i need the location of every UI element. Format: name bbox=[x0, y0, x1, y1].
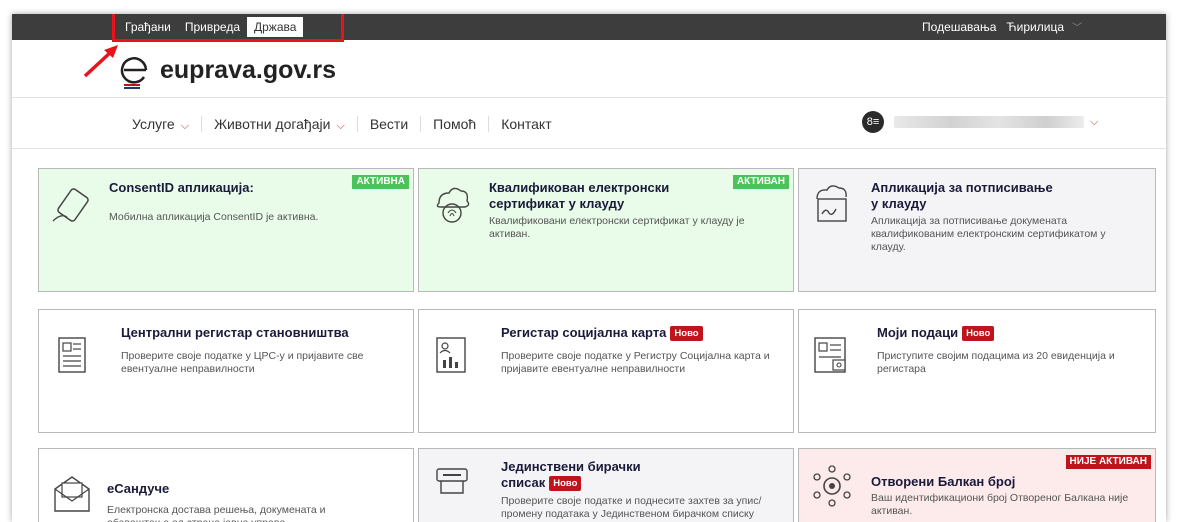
menu-life-events[interactable]: Животни догађаји ⌵ bbox=[202, 116, 358, 132]
phone-icon bbox=[52, 188, 89, 222]
main-menu-row: Услуге ⌵ Животни догађаји ⌵ Вести Помоћ Ко… bbox=[12, 99, 1166, 149]
highlight-box bbox=[112, 14, 344, 42]
card-title: еСандуче bbox=[107, 481, 170, 496]
card-desc: Мобилна апликација ConsentID је активна. bbox=[109, 211, 319, 223]
menu-services[interactable]: Услуге ⌵ bbox=[132, 116, 203, 132]
user-name-blurred bbox=[894, 116, 1084, 128]
user-menu[interactable]: 8≡ ⌵ bbox=[862, 111, 1098, 133]
browser-frame: Грађани Привреда Држава Подешавања Ћирил… bbox=[12, 14, 1166, 522]
menu-contact[interactable]: Контакт bbox=[489, 116, 563, 132]
card-title: Апликација за потписивање у клауду bbox=[871, 180, 1053, 211]
card-title-text: Моји подаци bbox=[877, 325, 959, 340]
card-desc: Проверите своје податке и поднесите захт… bbox=[501, 495, 762, 520]
mailbox-icon bbox=[54, 476, 90, 512]
card-desc: Проверите своје податке у Регистру Социј… bbox=[501, 350, 770, 375]
card-consentid[interactable]: ConsentID апликација: Мобилна апликација… bbox=[38, 168, 414, 292]
card-cloud-cert[interactable]: Квалификован електронски сертификат у кл… bbox=[418, 168, 794, 292]
menu-news[interactable]: Вести bbox=[358, 116, 422, 132]
card-title: Отворени Балкан број bbox=[871, 474, 1016, 489]
card-desc: Квалификовани електронски сертификат у к… bbox=[489, 215, 745, 240]
cloud-sign-icon bbox=[816, 185, 847, 222]
top-right: Подешавања Ћирилица ﹀ bbox=[922, 17, 1082, 39]
card-my-data[interactable]: Моји подаци Ново Приступите својим подаци… bbox=[798, 309, 1156, 433]
my-data-icon bbox=[814, 337, 846, 373]
card-desc: Електронска достава решења, докумената и… bbox=[107, 504, 326, 522]
status-badge: АКТИВАН bbox=[732, 175, 789, 189]
card-title: Регистар социјална карта Ново bbox=[501, 325, 781, 342]
card-title: ConsentID апликација: bbox=[109, 180, 254, 195]
menu-label: Услуге bbox=[132, 116, 175, 132]
card-title: Јединствени бирачки списак Ново bbox=[501, 459, 671, 492]
card-desc: Ваш идентификациони број Отвореног Балка… bbox=[871, 492, 1129, 517]
logo-text[interactable]: euprava.gov.rs bbox=[160, 56, 336, 85]
new-badge: Ново bbox=[962, 326, 995, 342]
status-badge: НИЈЕ АКТИВАН bbox=[1065, 455, 1151, 469]
logo-icon[interactable] bbox=[118, 50, 152, 90]
card-cloud-sign[interactable]: Апликација за потписивање у клауду Аплик… bbox=[798, 168, 1156, 292]
language-select[interactable]: Ћирилица ﹀ bbox=[1006, 17, 1082, 39]
card-desc: Проверите своје податке у ЦРС-у и пријав… bbox=[121, 350, 364, 375]
main-menu: Услуге ⌵ Животни догађаји ⌵ Вести Помоћ Ко… bbox=[132, 116, 564, 132]
card-social-card[interactable]: Регистар социјална карта Ново Проверите с… bbox=[418, 309, 794, 433]
card-title-text: Регистар социјална карта bbox=[501, 325, 667, 340]
card-title: Централни регистар становништва bbox=[121, 325, 349, 340]
social-card-icon bbox=[436, 337, 466, 373]
card-desc: Апликација за потписивање докумената ква… bbox=[871, 215, 1106, 253]
card-title: Квалификован електронски сертификат у кл… bbox=[489, 180, 670, 211]
chevron-down-icon: ⌵ bbox=[1090, 115, 1099, 128]
card-central-register[interactable]: Централни регистар становништва Проверит… bbox=[38, 309, 414, 433]
cloud-fingerprint-icon bbox=[436, 187, 470, 223]
card-esanduce[interactable]: еСандуче Електронска достава решења, док… bbox=[38, 448, 414, 522]
settings-link[interactable]: Подешавања bbox=[922, 17, 996, 39]
card-voter-list[interactable]: Јединствени бирачки списак Ново Проверите… bbox=[418, 448, 794, 522]
chevron-down-icon: ﹀ bbox=[1072, 23, 1082, 34]
open-balkan-icon bbox=[813, 465, 851, 507]
card-desc: Приступите својим подацима из 20 евиденц… bbox=[877, 350, 1115, 375]
card-open-balkan[interactable]: Отворени Балкан број Ваш идентификациони… bbox=[798, 448, 1156, 522]
status-badge: АКТИВНА bbox=[352, 175, 409, 189]
chevron-down-icon: ⌵ bbox=[336, 120, 345, 132]
register-icon bbox=[58, 337, 86, 373]
menu-label: Животни догађаји bbox=[214, 116, 331, 132]
card-title: Моји подаци Ново bbox=[877, 325, 1137, 342]
language-label: Ћирилица bbox=[1006, 20, 1064, 34]
voter-list-icon bbox=[436, 468, 468, 494]
new-badge: Ново bbox=[670, 326, 703, 342]
chevron-down-icon: ⌵ bbox=[180, 120, 190, 132]
logo-row: euprava.gov.rs bbox=[12, 40, 1166, 98]
new-badge: Ново bbox=[549, 476, 582, 492]
user-icon: 8≡ bbox=[862, 111, 884, 133]
menu-help[interactable]: Помоћ bbox=[421, 116, 490, 132]
